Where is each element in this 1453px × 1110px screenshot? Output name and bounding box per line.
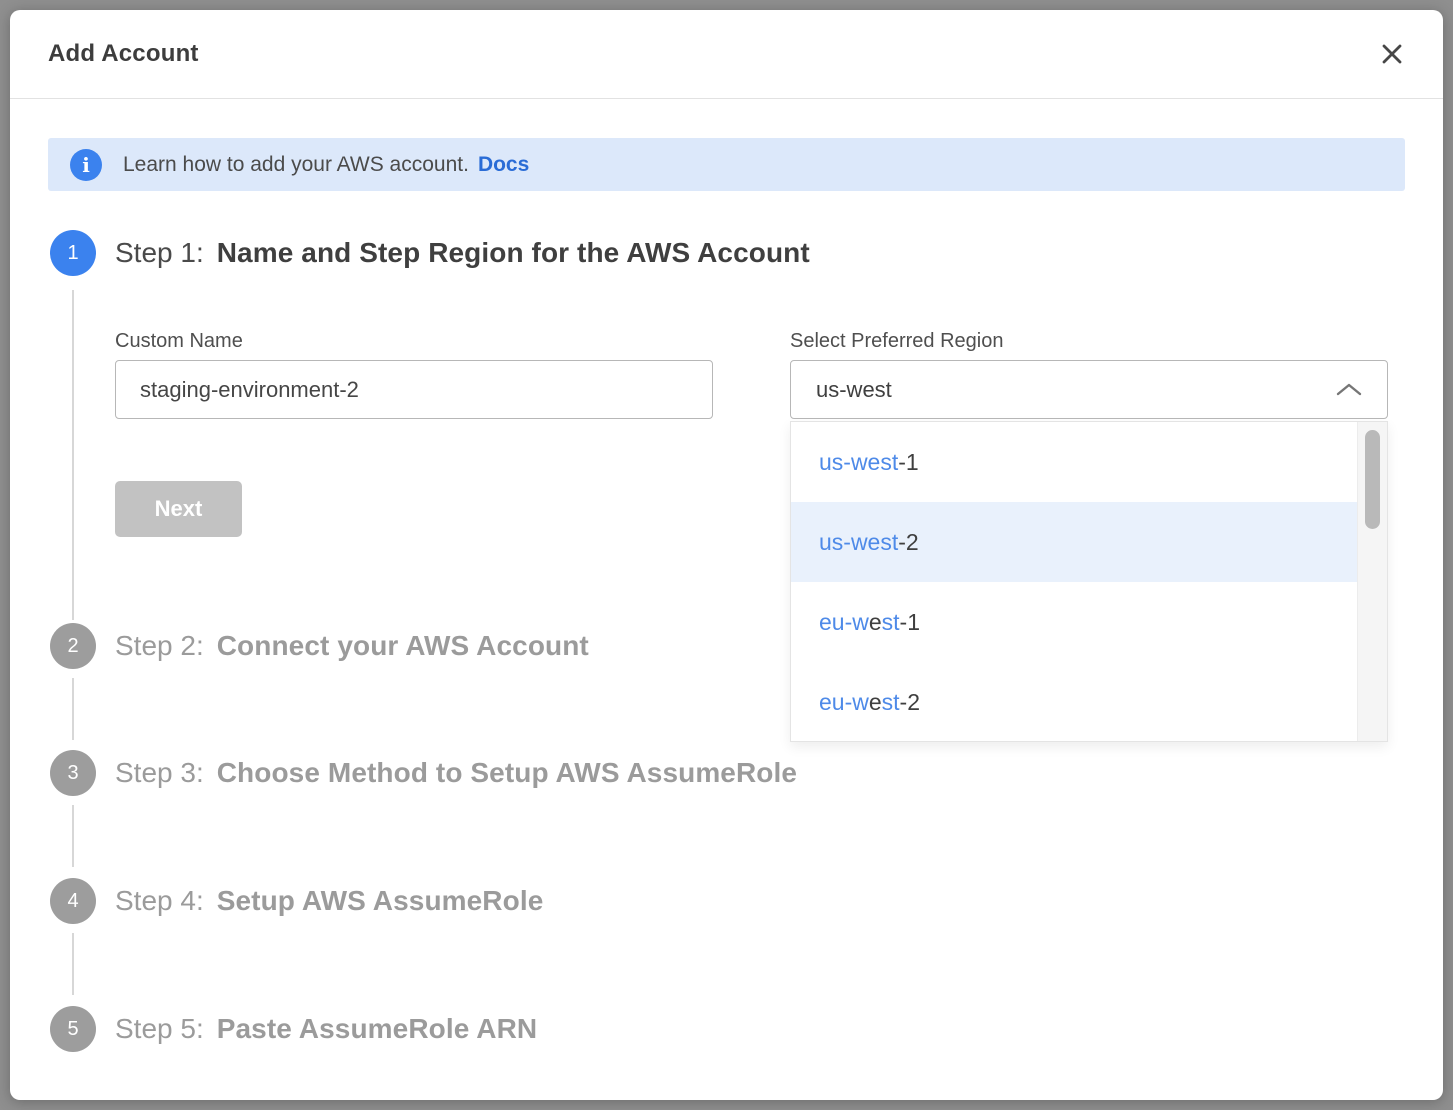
region-option-eu-west-1[interactable]: eu-west-1 xyxy=(791,582,1357,662)
region-option-text: eu-w xyxy=(819,689,869,716)
info-icon: i xyxy=(70,149,102,181)
region-option-us-west-2[interactable]: us-west-2 xyxy=(791,502,1357,582)
region-option-text: e xyxy=(869,609,882,636)
step-3-indicator: 3 xyxy=(50,750,96,796)
info-banner: i Learn how to add your AWS account. Doc… xyxy=(48,138,1405,191)
step-2-indicator: 2 xyxy=(50,623,96,669)
step-5-heading: Step 5: Paste AssumeRole ARN xyxy=(115,1013,537,1045)
step-row-3: 3 Step 3: Choose Method to Setup AWS Assu… xyxy=(50,750,797,796)
region-option-list: us-west-1us-west-2eu-west-1eu-west-2 xyxy=(791,422,1357,741)
step-row-4: 4 Step 4: Setup AWS AssumeRole xyxy=(50,878,543,924)
custom-name-input[interactable] xyxy=(115,360,713,419)
region-option-us-west-1[interactable]: us-west-1 xyxy=(791,422,1357,502)
region-option-text: -1 xyxy=(898,449,918,476)
region-option-text: e xyxy=(869,689,882,716)
modal-header: Add Account xyxy=(10,10,1443,99)
step-1-heading: Step 1: Name and Step Region for the AWS … xyxy=(115,237,810,269)
chevron-up-icon[interactable] xyxy=(1335,382,1363,398)
step-3-label: Step 3: xyxy=(115,757,204,788)
region-option-text: eu-w xyxy=(819,609,869,636)
step-4-indicator: 4 xyxy=(50,878,96,924)
step-4-heading: Step 4: Setup AWS AssumeRole xyxy=(115,885,543,917)
step-row-1: 1 Step 1: Name and Step Region for the AW… xyxy=(50,230,810,276)
step-connector-line xyxy=(72,933,74,995)
region-select[interactable]: us-west xyxy=(790,360,1388,419)
next-button[interactable]: Next xyxy=(115,481,242,537)
region-label: Select Preferred Region xyxy=(790,330,1003,353)
step-5-indicator: 5 xyxy=(50,1006,96,1052)
add-account-modal: Add Account i Learn how to add your AWS … xyxy=(10,10,1443,1100)
step-row-5: 5 Step 5: Paste AssumeRole ARN xyxy=(50,1006,537,1052)
step-row-2: 2 Step 2: Connect your AWS Account xyxy=(50,623,589,669)
step-1-title: Name and Step Region for the AWS Account xyxy=(217,237,810,268)
docs-link[interactable]: Docs xyxy=(478,153,529,177)
region-option-eu-west-2[interactable]: eu-west-2 xyxy=(791,662,1357,742)
close-icon xyxy=(1380,42,1404,66)
step-3-title: Choose Method to Setup AWS AssumeRole xyxy=(217,757,797,788)
dropdown-scrollbar-thumb[interactable] xyxy=(1365,430,1380,529)
region-option-text: us-west xyxy=(819,449,898,476)
step-1-indicator: 1 xyxy=(50,230,96,276)
dropdown-scrollbar-track[interactable] xyxy=(1357,422,1387,741)
step-connector-line xyxy=(72,805,74,867)
step-4-title: Setup AWS AssumeRole xyxy=(217,885,544,916)
step-1-label: Step 1: xyxy=(115,237,204,268)
region-option-text: us-west xyxy=(819,529,898,556)
region-select-value: us-west xyxy=(791,377,1335,403)
region-option-text: st xyxy=(882,609,900,636)
step-2-heading: Step 2: Connect your AWS Account xyxy=(115,630,589,662)
banner-text: Learn how to add your AWS account. xyxy=(123,153,469,177)
region-option-text: -2 xyxy=(900,689,920,716)
step-5-label: Step 5: xyxy=(115,1013,204,1044)
region-option-text: st xyxy=(882,689,900,716)
step-2-label: Step 2: xyxy=(115,630,204,661)
close-button[interactable] xyxy=(1375,37,1409,71)
region-option-text: -1 xyxy=(900,609,920,636)
region-dropdown: us-west-1us-west-2eu-west-1eu-west-2 xyxy=(790,421,1388,742)
step-5-title: Paste AssumeRole ARN xyxy=(217,1013,537,1044)
step-2-title: Connect your AWS Account xyxy=(217,630,589,661)
step-4-label: Step 4: xyxy=(115,885,204,916)
step-connector-line xyxy=(72,678,74,740)
region-option-text: -2 xyxy=(898,529,918,556)
step-3-heading: Step 3: Choose Method to Setup AWS Assume… xyxy=(115,757,797,789)
custom-name-label: Custom Name xyxy=(115,330,243,353)
step-connector-line xyxy=(72,290,74,620)
modal-title: Add Account xyxy=(48,40,199,68)
